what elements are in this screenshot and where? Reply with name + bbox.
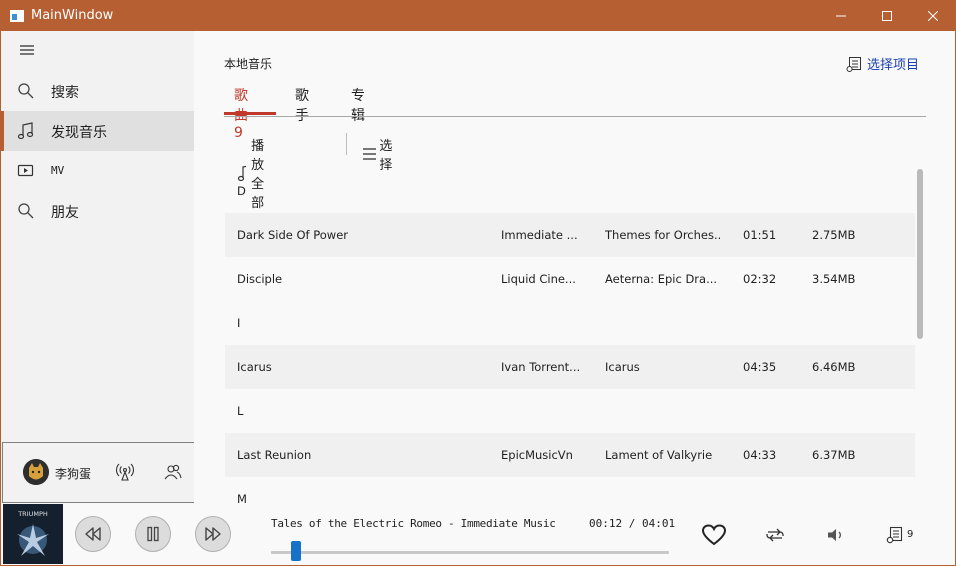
hamburger-icon xyxy=(20,45,34,55)
sidebar: 搜索 发现音乐 MV 朋友 xyxy=(1,31,194,503)
repeat-button[interactable] xyxy=(761,521,789,549)
group-header: M xyxy=(237,492,247,503)
sidebar-item-label: 搜索 xyxy=(51,85,79,101)
song-row[interactable]: Disciple Liquid Cine... Aeterna: Epic Dr… xyxy=(225,257,915,301)
window-title: MainWindow xyxy=(31,8,114,23)
heart-icon xyxy=(701,524,727,546)
select-items-button[interactable]: 选择项目 xyxy=(846,54,919,73)
page-title: 本地音乐 xyxy=(224,57,273,71)
previous-icon xyxy=(85,527,101,541)
select-label: 选择 xyxy=(379,139,393,173)
list-select-icon xyxy=(363,148,377,160)
close-icon xyxy=(928,11,938,21)
song-artist: Liquid Cine... xyxy=(501,272,576,286)
now-playing-title: Tales of the Electric Romeo - Immediate … xyxy=(271,517,556,530)
maximize-button[interactable] xyxy=(864,1,910,31)
search-icon xyxy=(17,82,35,100)
sidebar-item-friends[interactable]: 朋友 xyxy=(1,191,194,231)
song-size: 6.46MB xyxy=(812,360,856,374)
select-items-label: 选择项目 xyxy=(866,58,919,73)
pause-icon xyxy=(147,526,159,542)
song-artist: Immediate ... xyxy=(501,228,578,242)
group-header: L xyxy=(237,404,244,418)
broadcast-icon[interactable] xyxy=(115,462,135,482)
sidebar-item-label: 发现音乐 xyxy=(51,125,107,141)
sidebar-item-label: MV xyxy=(51,164,65,177)
song-row[interactable]: Dark Side Of Power Immediate ... Themes … xyxy=(225,213,915,257)
song-row[interactable]: Last Reunion EpicMusicVn Lament of Valky… xyxy=(225,433,915,477)
menu-button[interactable] xyxy=(20,45,36,57)
scrollbar[interactable] xyxy=(917,169,925,503)
repeat-icon xyxy=(766,528,784,542)
song-album: Icarus xyxy=(605,360,640,374)
previous-button[interactable] xyxy=(75,516,111,552)
album-cover[interactable]: TRIUMPH xyxy=(3,504,63,564)
volume-button[interactable] xyxy=(822,521,850,549)
search-icon xyxy=(17,202,35,220)
song-title: Last Reunion xyxy=(237,448,312,462)
song-title: Icarus xyxy=(237,360,272,374)
sidebar-item-discover-music[interactable]: 发现音乐 xyxy=(1,111,194,151)
divider xyxy=(224,116,926,117)
tab-artists[interactable]: 歌手 xyxy=(295,85,309,125)
player-bar: TRIUMPH Tales of the Electric Romeo - Im… xyxy=(1,503,955,565)
song-duration: 01:51 xyxy=(743,228,777,242)
music-note-icon xyxy=(17,122,35,140)
group-header: D xyxy=(237,184,246,198)
video-icon xyxy=(17,162,35,180)
playback-time: 00:12 / 04:01 xyxy=(589,517,676,530)
song-album: Themes for Orches... xyxy=(605,228,720,242)
minimize-icon xyxy=(836,15,846,17)
song-size: 3.54MB xyxy=(812,272,856,286)
song-album: Aeterna: Epic Dra... xyxy=(605,272,718,286)
progress-handle[interactable] xyxy=(291,541,301,561)
main-window: MainWindow 搜索 发现音乐 MV 朋友 李狗蛋 本地音乐 选择项目 歌… xyxy=(0,0,956,566)
song-duration: 04:35 xyxy=(743,360,777,374)
sidebar-item-label: 朋友 xyxy=(51,205,79,221)
song-duration: 02:32 xyxy=(743,272,777,286)
people-icon[interactable] xyxy=(163,462,183,482)
sidebar-item-mv[interactable]: MV xyxy=(1,151,194,191)
app-icon xyxy=(10,10,24,22)
group-header: I xyxy=(237,316,241,330)
cover-title: TRIUMPH xyxy=(17,510,48,518)
favorite-button[interactable] xyxy=(700,521,728,549)
song-artist: Ivan Torrent... xyxy=(501,360,581,374)
song-title: Dark Side Of Power xyxy=(237,228,348,242)
username: 李狗蛋 xyxy=(55,467,92,481)
next-button[interactable] xyxy=(195,516,231,552)
next-icon xyxy=(205,527,221,541)
close-button[interactable] xyxy=(910,1,956,31)
main-content: 本地音乐 选择项目 歌曲9 歌手 专辑 播放全部 选择 D xyxy=(194,31,955,503)
maximize-icon xyxy=(882,11,892,21)
playlist-icon xyxy=(886,526,903,544)
progress-bar[interactable] xyxy=(271,541,669,561)
song-album: Lament of Valkyrie xyxy=(605,448,713,462)
select-button[interactable]: 选择 xyxy=(362,135,398,173)
pause-button[interactable] xyxy=(135,516,171,552)
toolbar-separator xyxy=(346,133,347,155)
song-duration: 04:33 xyxy=(743,448,777,462)
song-size: 6.37MB xyxy=(812,448,856,462)
sidebar-item-search[interactable]: 搜索 xyxy=(1,71,194,111)
playlist-button[interactable] xyxy=(881,521,909,549)
song-list: D Dark Side Of Power Immediate ... Theme… xyxy=(225,169,915,503)
scrollbar-thumb[interactable] xyxy=(917,169,923,339)
minimize-button[interactable] xyxy=(818,1,864,31)
speaker-icon xyxy=(828,529,841,541)
song-row[interactable]: Icarus Ivan Torrent... Icarus 04:35 6.46… xyxy=(225,345,915,389)
song-title: Disciple xyxy=(237,272,283,286)
song-artist: EpicMusicVn xyxy=(501,448,573,462)
tab-indicator xyxy=(224,112,276,115)
song-size: 2.75MB xyxy=(812,228,856,242)
tab-albums[interactable]: 专辑 xyxy=(351,85,365,125)
title-bar: MainWindow xyxy=(1,1,955,31)
playlist-count: 9 xyxy=(907,529,914,540)
playlist-icon xyxy=(846,56,861,72)
user-panel: 李狗蛋 xyxy=(2,442,195,503)
avatar[interactable] xyxy=(23,459,49,485)
